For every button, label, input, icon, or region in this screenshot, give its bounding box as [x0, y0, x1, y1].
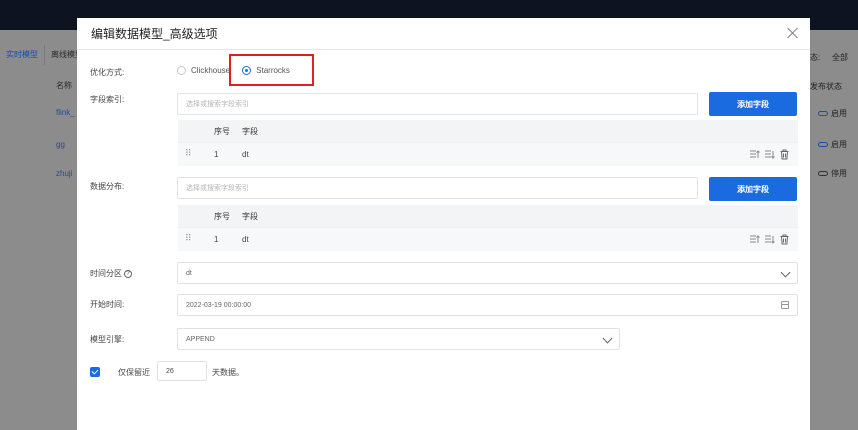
status-badge[interactable]: 启用: [818, 139, 847, 150]
field-index-select[interactable]: 选择或搜索字段索引: [177, 93, 698, 115]
status-badge[interactable]: 启用: [818, 108, 847, 119]
move-up-icon[interactable]: [749, 234, 760, 245]
table-row-name[interactable]: flink_: [56, 108, 75, 117]
column-seq: 序号: [214, 126, 230, 136]
move-down-icon[interactable]: [764, 234, 775, 245]
move-up-icon[interactable]: [749, 149, 760, 160]
delete-icon[interactable]: [779, 234, 790, 245]
row-actions: [749, 234, 790, 245]
column-header-name: 名称: [56, 81, 72, 90]
column-seq: 序号: [214, 211, 230, 221]
distribution-table-header: 序号 字段: [178, 205, 798, 227]
column-field: 字段: [242, 126, 258, 136]
retain-prefix: 仅保留近: [118, 368, 150, 377]
calendar-icon: [781, 301, 789, 309]
add-field-index-button[interactable]: 添加字段: [709, 92, 797, 116]
drag-handle-icon[interactable]: [185, 233, 192, 244]
add-distribution-field-button[interactable]: 添加字段: [709, 177, 797, 201]
toggle-icon: [818, 171, 828, 176]
radio-clickhouse[interactable]: Clickhouse: [177, 66, 230, 75]
retain-days-input[interactable]: 26: [157, 361, 207, 381]
table-row-name[interactable]: zhuji: [56, 169, 72, 178]
dialog-title: 编辑数据模型_高级选项: [91, 27, 218, 41]
time-partition-select[interactable]: dt: [177, 262, 798, 284]
toggle-icon: [818, 111, 828, 116]
status-badge[interactable]: 停用: [818, 168, 847, 179]
table-row: 1 dt: [178, 142, 798, 166]
table-row: 1 dt: [178, 227, 798, 251]
table-row-name[interactable]: gg: [56, 140, 65, 149]
chevron-down-icon: [602, 333, 613, 344]
highlight-annotation-box: [229, 54, 314, 86]
row-actions: [749, 149, 790, 160]
radio-circle-icon: [177, 66, 186, 75]
row-field: dt: [242, 235, 249, 244]
time-partition-label: 时间分区?: [90, 268, 132, 279]
background-table-right: 态: 全部 发布状态 启用 启用 停用: [810, 45, 858, 245]
toggle-icon: [818, 142, 828, 147]
start-time-picker[interactable]: 2022-03-19 00:00:00: [177, 294, 798, 316]
close-icon[interactable]: [786, 26, 800, 40]
delete-icon[interactable]: [779, 149, 790, 160]
row-field: dt: [242, 150, 249, 159]
field-index-table-header: 序号 字段: [178, 120, 798, 142]
column-field: 字段: [242, 211, 258, 221]
status-filter-label: 态:: [810, 53, 821, 62]
chevron-down-icon: [780, 267, 791, 278]
start-time-label: 开始时间:: [90, 300, 125, 309]
distribution-label: 数据分布:: [90, 182, 125, 191]
drag-handle-icon[interactable]: [185, 148, 192, 159]
help-icon[interactable]: ?: [124, 269, 132, 278]
optimize-label: 优化方式:: [90, 68, 125, 77]
row-seq: 1: [214, 150, 219, 159]
engine-select[interactable]: APPEND: [177, 328, 620, 350]
field-index-label: 字段索引:: [90, 95, 125, 104]
edit-model-advanced-dialog: 编辑数据模型_高级选项 优化方式: Clickhouse Starrocks 字…: [77, 18, 810, 430]
status-filter-all[interactable]: 全部: [832, 52, 848, 63]
move-down-icon[interactable]: [764, 149, 775, 160]
row-seq: 1: [214, 235, 219, 244]
distribution-select[interactable]: 选择或搜索字段索引: [177, 177, 698, 199]
dialog-header: 编辑数据模型_高级选项: [77, 18, 810, 50]
retain-checkbox[interactable]: [90, 367, 100, 377]
engine-label: 模型引擎:: [90, 335, 125, 344]
publish-status-header: 发布状态: [810, 82, 842, 91]
tab-realtime-model[interactable]: 实时模型: [0, 45, 45, 65]
retain-suffix: 天数据。: [212, 368, 244, 377]
